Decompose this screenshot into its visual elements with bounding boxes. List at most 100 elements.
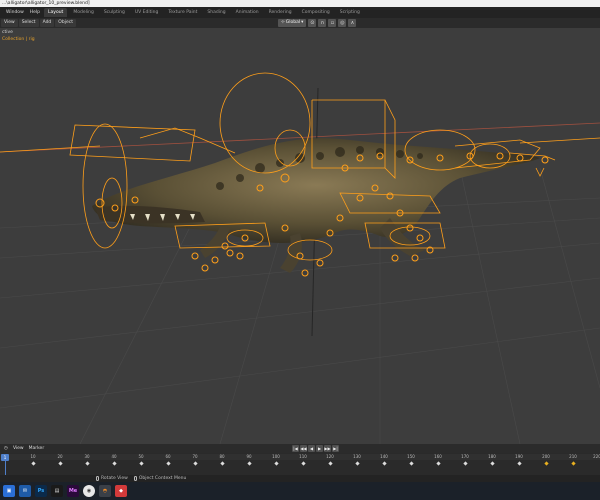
viewport-menus: View Select Add Object [0,19,76,27]
store-icon[interactable]: ▣ [3,485,15,497]
keyframe[interactable] [84,461,90,466]
status-context-label: Object Context Menu [138,476,187,481]
tab-sculpting[interactable]: Sculpting [100,8,129,17]
menu-object[interactable]: Object [55,19,76,27]
photoshop-icon[interactable]: Ps [35,485,47,497]
clock-icon[interactable]: ◷ [2,446,10,451]
pivot-icon[interactable]: ⊙ [308,19,317,27]
blender-icon[interactable]: ◓ [99,485,111,497]
overlay-line2: Collection | rig [2,37,35,42]
frame-label: 20 [57,454,63,459]
tab-modeling[interactable]: Modeling [69,8,97,17]
app-icon[interactable]: ▤ [51,485,63,497]
jump-end-icon[interactable]: ▶| [332,445,339,452]
timeline-menu-marker[interactable]: Marker [27,446,47,451]
frame-label: 160 [434,454,442,459]
frame-label: 210 [569,454,577,459]
alligator-model [92,138,540,273]
tab-layout[interactable]: Layout [44,8,68,17]
overlay-line1: ctive [2,30,13,35]
keyframe[interactable] [381,461,387,466]
keyframe[interactable] [516,461,522,466]
menu-add[interactable]: Add [39,19,55,27]
status-bar: Rotate View Object Context Menu [0,475,600,482]
keyframe-selected[interactable] [570,461,576,466]
app-red-icon[interactable]: ◆ [115,485,127,497]
tab-animation[interactable]: Animation [232,8,263,17]
frame-label: 180 [488,454,496,459]
keyframe[interactable] [219,461,225,466]
timeline-header: ◷ View Marker |◀ ◀◀ ◀ ▶ ▶▶ ▶| [0,444,600,453]
frame-label: 150 [407,454,415,459]
keyframe[interactable] [435,461,441,466]
keyframe[interactable] [57,461,63,466]
frame-label: 70 [192,454,198,459]
keyframe[interactable] [327,461,333,466]
viewport-collection-label: Collection | rig [2,37,35,42]
snap-magnet-icon[interactable]: ∩ [318,19,327,27]
keyframe[interactable] [165,461,171,466]
status-rotate-view: Rotate View [96,476,128,481]
keyframe[interactable] [30,461,36,466]
frame-label: 40 [111,454,117,459]
step-back-icon[interactable]: ◀◀ [300,445,307,452]
tab-texture-paint[interactable]: Texture Paint [164,8,201,17]
frame-label: 60 [165,454,171,459]
window-title-bar: ...\alligator\alligator_10_preview.blend… [0,0,600,7]
transform-orientation-dropdown[interactable]: ⊹ Global ▾ [278,19,307,27]
chevron-down-icon: ▾ [301,20,304,25]
keyframe[interactable] [138,461,144,466]
window-title: ...\alligator\alligator_10_preview.blend… [2,1,90,6]
tab-scripting[interactable]: Scripting [336,8,364,17]
timeline-menu-view[interactable]: View [11,446,26,451]
frame-label: 30 [84,454,90,459]
chrome-icon[interactable]: ◉ [83,485,95,497]
timeline-editor[interactable]: 1 10 20 30 40 50 60 70 80 90 100 110 120… [0,453,600,475]
keyframe-selected[interactable] [543,461,549,466]
keyframe[interactable] [273,461,279,466]
keyframe[interactable] [246,461,252,466]
frame-ruler: 1 10 20 30 40 50 60 70 80 90 100 110 120… [0,454,600,461]
falloff-icon[interactable]: ∧ [348,19,357,27]
frame-label: 90 [246,454,252,459]
mail-icon[interactable]: ✉ [19,485,31,497]
frame-label: 120 [326,454,334,459]
keyframe[interactable] [111,461,117,466]
keyframe[interactable] [300,461,306,466]
menu-window[interactable]: Window [4,7,26,18]
play-icon[interactable]: ▶ [316,445,323,452]
keyframe[interactable] [354,461,360,466]
keyframe[interactable] [489,461,495,466]
playback-controls: |◀ ◀◀ ◀ ▶ ▶▶ ▶| [292,445,339,452]
menu-help[interactable]: Help [28,7,42,18]
viewport-header: View Select Add Object ⊹ Global ▾ ⊙ ∩ ▫ … [0,18,600,28]
frame-label: 10 [30,454,36,459]
tab-compositing[interactable]: Compositing [298,8,334,17]
3d-viewport[interactable]: ctive Collection | rig [0,28,600,444]
frame-label: 80 [219,454,225,459]
frame-label: 140 [380,454,388,459]
top-menu-bar: Window Help Layout Modeling Sculpting UV… [0,7,600,18]
jump-start-icon[interactable]: |◀ [292,445,299,452]
proportional-edit-icon[interactable]: ◎ [338,19,347,27]
keyframe-row [0,461,600,467]
tab-rendering[interactable]: Rendering [265,8,296,17]
step-forward-icon[interactable]: ▶▶ [324,445,331,452]
transform-tools: ⊹ Global ▾ ⊙ ∩ ▫ ◎ ∧ [278,19,357,27]
keyframe[interactable] [462,461,468,466]
snap-target-icon[interactable]: ▫ [328,19,337,27]
tab-uv-editing[interactable]: UV Editing [131,8,162,17]
keyframe[interactable] [408,461,414,466]
status-context-menu: Object Context Menu [133,476,187,481]
frame-label: 200 [542,454,550,459]
keyframe[interactable] [192,461,198,466]
viewport-mode-label: ctive [2,30,13,35]
menu-select[interactable]: Select [18,19,39,27]
media-encoder-icon[interactable]: Me [67,485,79,497]
menu-view[interactable]: View [1,19,18,27]
frame-label: 190 [515,454,523,459]
tab-shading[interactable]: Shading [203,8,229,17]
play-reverse-icon[interactable]: ◀ [308,445,315,452]
frame-label: 130 [353,454,361,459]
frame-label: 170 [461,454,469,459]
